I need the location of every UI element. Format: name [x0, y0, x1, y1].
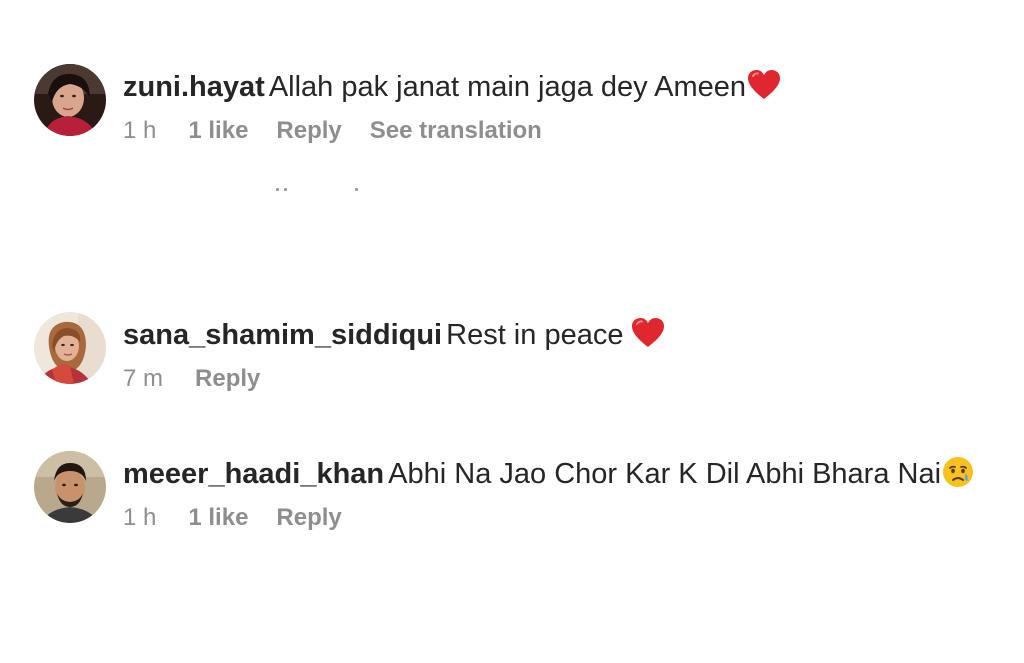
comment-text: Abhi Na Jao Chor Kar K Dil Abhi Bhara Na…: [388, 458, 942, 490]
comment-item: zuni.hayat Allah pak janat main jaga dey …: [34, 64, 1024, 154]
username[interactable]: zuni.hayat: [123, 71, 265, 103]
reply-button[interactable]: Reply: [276, 503, 341, 533]
comment-meta: 1 h 1 like Reply See translation: [123, 116, 542, 146]
avatar-image: [34, 312, 106, 384]
red-heart-icon: [631, 317, 665, 359]
likes-count[interactable]: 1 like: [188, 116, 248, 146]
comment-item: sana_shamim_siddiqui Rest in peace 7 m Rep…: [34, 312, 1024, 402]
timestamp: 1 h: [123, 117, 157, 144]
comment-text-line: meeer_haadi_khan Abhi Na Jao Chor Kar K D…: [123, 455, 974, 498]
divider-artifact: [276, 188, 279, 191]
timestamp: 7 m: [123, 365, 164, 392]
divider-artifact: [284, 188, 287, 191]
avatar[interactable]: [34, 64, 106, 136]
divider-artifact: [355, 188, 358, 191]
likes-count[interactable]: 1 like: [188, 503, 248, 533]
avatar[interactable]: [34, 312, 106, 384]
reply-button[interactable]: Reply: [276, 116, 341, 146]
comment-meta: 7 m Reply: [123, 364, 288, 394]
comment-text-line: sana_shamim_siddiqui Rest in peace: [123, 316, 665, 359]
reply-button[interactable]: Reply: [195, 364, 260, 394]
username[interactable]: meeer_haadi_khan: [123, 458, 384, 490]
avatar-image: [34, 451, 106, 523]
comment-meta: 1 h 1 like Reply: [123, 503, 370, 533]
avatar[interactable]: [34, 451, 106, 523]
comment-item: meeer_haadi_khan Abhi Na Jao Chor Kar K D…: [34, 451, 1024, 541]
avatar-image: [34, 64, 106, 136]
comment-text: Rest in peace: [446, 319, 624, 351]
see-translation-button[interactable]: See translation: [370, 116, 542, 146]
crying-face-icon: [942, 456, 974, 498]
red-heart-icon: [747, 69, 781, 111]
username[interactable]: sana_shamim_siddiqui: [123, 319, 442, 351]
comment-text: Allah pak janat main jaga dey Ameen: [268, 71, 747, 103]
comment-text-line: zuni.hayat Allah pak janat main jaga dey …: [123, 68, 781, 111]
timestamp: 1 h: [123, 504, 157, 531]
